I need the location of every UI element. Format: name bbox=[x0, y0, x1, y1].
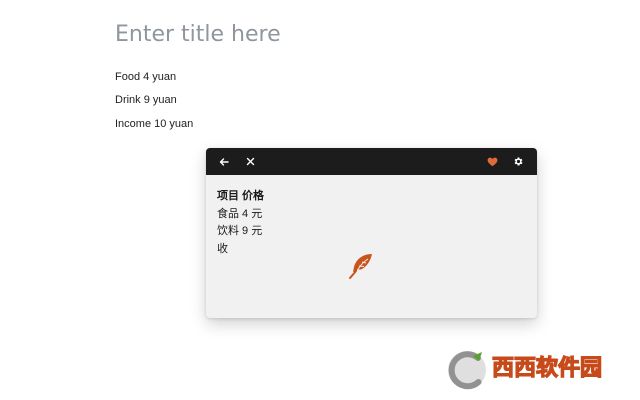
post-title-input[interactable]: Enter title here bbox=[115, 20, 615, 50]
favorite-button[interactable] bbox=[481, 148, 503, 175]
watermark-domain: CR173.COM bbox=[552, 381, 608, 391]
header-line: 项目 价格 bbox=[217, 190, 265, 202]
translation-popup: 项目 价格 食品 4 元 饮料 9 元 收 bbox=[206, 148, 537, 318]
settings-button[interactable] bbox=[507, 148, 529, 175]
paragraph-block[interactable]: Income 10 yuan bbox=[115, 118, 193, 130]
popup-toolbar bbox=[206, 148, 537, 175]
post-editor: Enter title here Food 4 yuan Drink 9 yua… bbox=[115, 20, 615, 130]
content-line: 饮料 9 元 bbox=[217, 225, 263, 237]
paragraph-block[interactable]: Drink 9 yuan bbox=[115, 94, 177, 106]
feather-icon bbox=[349, 254, 372, 279]
watermark-logo-icon bbox=[448, 351, 486, 390]
gear-icon bbox=[514, 157, 522, 166]
popup-content: 项目 价格 食品 4 元 饮料 9 元 收 bbox=[217, 188, 264, 258]
back-button[interactable] bbox=[213, 148, 235, 175]
close-icon bbox=[246, 157, 254, 166]
site-watermark: 西西软件园 CR173.COM bbox=[448, 351, 608, 391]
paragraph-block[interactable]: Food 4 yuan bbox=[115, 71, 176, 83]
watermark-brand: 西西软件园 bbox=[492, 355, 602, 381]
close-button[interactable] bbox=[239, 148, 261, 175]
content-line: 食品 4 元 bbox=[217, 207, 263, 220]
heart-icon bbox=[487, 157, 497, 166]
arrow-left-icon bbox=[219, 157, 229, 166]
content-line: 收 bbox=[217, 242, 228, 255]
